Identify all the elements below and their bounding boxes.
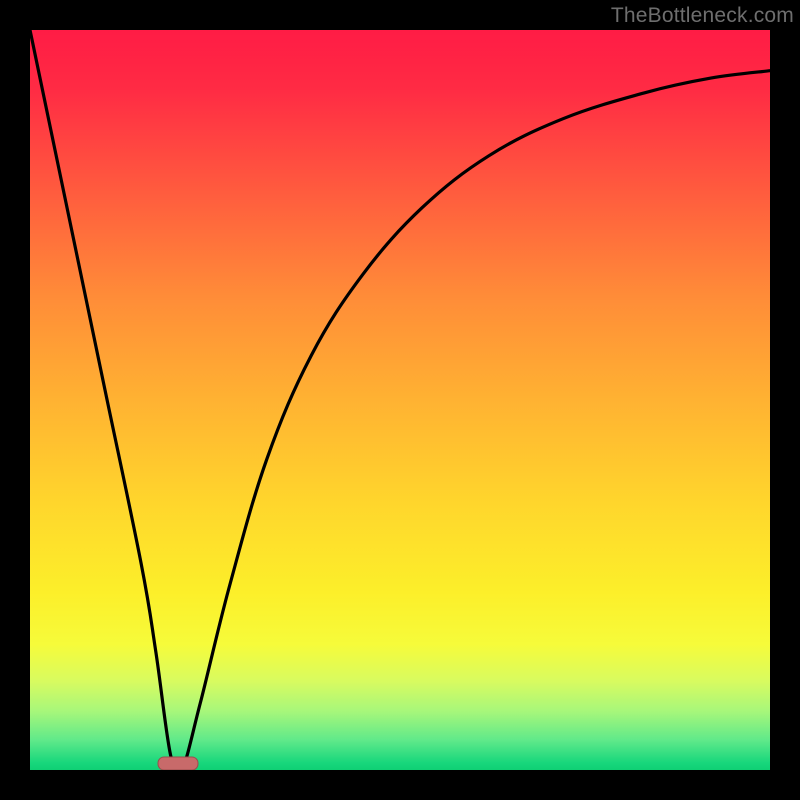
chart-frame: TheBottleneck.com <box>0 0 800 800</box>
bottleneck-curve <box>30 30 770 770</box>
optimum-marker <box>158 757 198 770</box>
plot-area <box>30 30 770 770</box>
watermark-text: TheBottleneck.com <box>611 4 794 28</box>
chart-svg <box>30 30 770 770</box>
